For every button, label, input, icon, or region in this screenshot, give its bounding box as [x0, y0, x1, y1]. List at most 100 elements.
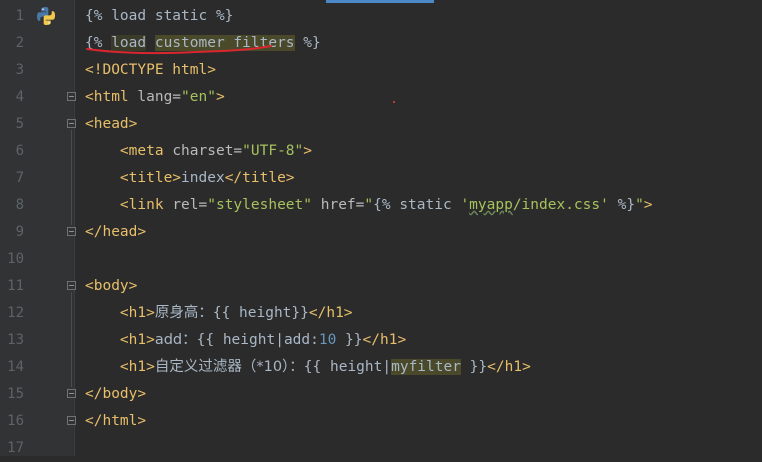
line-code[interactable]: </body> [85, 381, 146, 408]
code-token: {{ height}} [212, 305, 309, 321]
line-number: 5 [15, 116, 24, 132]
code-line[interactable]: 8 <link rel="stylesheet" href="{% static… [0, 192, 762, 219]
code-token: "stylesheet" [207, 197, 312, 213]
code-token: </h1> [487, 359, 531, 375]
code-token: href= [312, 197, 365, 213]
line-number: 6 [15, 143, 24, 159]
code-token: myfilter [391, 359, 461, 375]
fold-end-html[interactable] [67, 416, 76, 425]
line-code[interactable]: </html> [85, 408, 146, 435]
fold-line-head [71, 130, 72, 225]
fold-marker-head[interactable] [67, 119, 76, 128]
fold-end-body[interactable] [67, 389, 76, 398]
line-code[interactable]: <body> [85, 273, 137, 300]
code-token: </h1> [362, 332, 407, 348]
code-line[interactable]: 1 {% load static %} [0, 3, 762, 30]
code-token: > [643, 197, 653, 213]
line-code[interactable]: <h1>自定义过滤器（*10）：{{ height|myfilter }}</h… [85, 354, 531, 381]
code-line[interactable]: 3 <!DOCTYPE html> [0, 57, 762, 84]
line-number: 7 [15, 170, 24, 186]
line-code[interactable]: </head> [85, 219, 146, 246]
code-token: 自定义过滤器（*10）： [154, 359, 304, 375]
code-token: "en" [181, 89, 216, 105]
line-number: 12 [7, 305, 24, 321]
code-token: <title> [119, 170, 182, 186]
code-line[interactable]: 5 <head> [0, 111, 762, 138]
code-token: index [181, 170, 225, 186]
line-code[interactable]: <h1>add：{{ height|add:10 }}</h1> [85, 327, 406, 354]
code-token: }} [336, 332, 363, 348]
line-number: 14 [7, 359, 24, 375]
fold-line-body [71, 292, 72, 387]
code-token: add： [154, 332, 197, 348]
code-line[interactable]: 13 <h1>add：{{ height|add:10 }}</h1> [0, 327, 762, 354]
line-code[interactable]: <!DOCTYPE html> [85, 57, 216, 84]
code-token: <h1> [119, 332, 155, 348]
code-token: <head> [85, 116, 138, 132]
code-token: <meta [119, 143, 173, 159]
line-code[interactable]: <meta charset="UTF-8"> [85, 138, 312, 165]
code-line[interactable]: 17 [0, 435, 762, 462]
red-underline-mark [86, 45, 272, 54]
line-number: 3 [15, 62, 24, 78]
code-token: </title> [224, 170, 295, 186]
code-token: <html [85, 89, 138, 105]
code-token: {% static [373, 197, 461, 213]
code-line[interactable]: 9 </head> [0, 219, 762, 246]
line-number: 13 [7, 332, 24, 348]
code-token: lang= [137, 89, 182, 105]
line-code[interactable]: <h1>原身高：{{ height}}</h1> [85, 300, 353, 327]
code-line[interactable]: 6 <meta charset="UTF-8"> [0, 138, 762, 165]
fold-end-head[interactable] [67, 227, 76, 236]
code-line[interactable]: 4 <html lang="en"> [0, 84, 762, 111]
code-token: {{ height|add: [196, 332, 319, 348]
stray-dot [393, 101, 395, 103]
line-number: 8 [15, 197, 24, 213]
code-token: /index.css' [512, 197, 609, 213]
code-line[interactable]: 15 </body> [0, 381, 762, 408]
code-token: <link [119, 197, 173, 213]
code-line[interactable]: 16 </html> [0, 408, 762, 435]
code-editor[interactable]: 1 {% load static %} 2 {% load customer_filt… [0, 0, 762, 456]
code-token: rel= [172, 197, 208, 213]
code-token: "UTF-8" [242, 143, 304, 159]
code-line[interactable]: 7 <title>index</title> [0, 165, 762, 192]
code-token: ' [460, 197, 470, 213]
code-token: </head> [85, 224, 147, 240]
code-line[interactable]: 10 [0, 246, 762, 273]
code-token: </h1> [308, 305, 353, 321]
code-token: <!DOCTYPE html> [85, 62, 216, 78]
code-token: <h1> [119, 305, 155, 321]
code-token: {% load static %} [85, 8, 234, 24]
line-code[interactable]: {% load static %} [85, 3, 233, 30]
line-number: 15 [7, 386, 24, 402]
code-token: </body> [85, 386, 147, 402]
line-code[interactable]: <html lang="en"> [85, 84, 225, 111]
line-number: 4 [15, 89, 24, 105]
line-code[interactable]: <title>index</title> [85, 165, 295, 192]
code-line[interactable]: 11 <body> [0, 273, 762, 300]
code-token: </html> [85, 413, 147, 429]
code-token: > [215, 89, 225, 105]
code-line[interactable]: 12 <h1>原身高：{{ height}}</h1> [0, 300, 762, 327]
line-number: 17 [7, 440, 24, 456]
code-token: {{ height| [303, 359, 392, 375]
code-token: <h1> [119, 359, 155, 375]
code-line[interactable]: 14 <h1>自定义过滤器（*10）：{{ height|myfilter }}… [0, 354, 762, 381]
line-code[interactable]: <head> [85, 111, 137, 138]
code-token: 10 [318, 332, 337, 348]
line-number: 16 [7, 413, 24, 429]
fold-marker-html[interactable] [67, 92, 76, 101]
fold-marker-body[interactable] [67, 281, 76, 290]
line-code[interactable]: <link rel="stylesheet" href="{% static '… [85, 192, 653, 219]
line-number: 11 [7, 278, 24, 294]
code-token: > [303, 143, 312, 159]
code-token: %} [294, 35, 321, 51]
code-token: }} [460, 359, 488, 375]
